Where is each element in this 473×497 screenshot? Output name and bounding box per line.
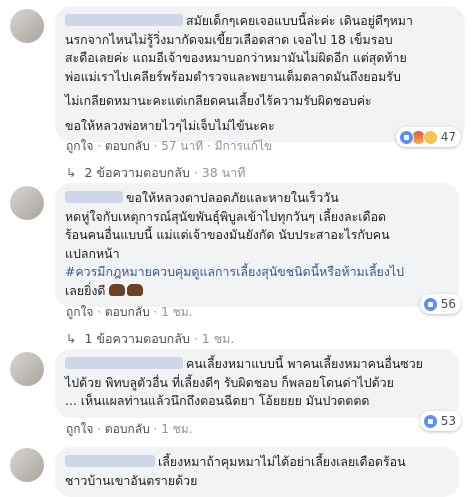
like-icon: [422, 296, 438, 312]
comment-line: สะดือเลยค่ะ แถมอีเจ้าของหมาบอกว่าหมามันไ…: [65, 50, 407, 65]
comment-bubble: เลี้ยงหมาถ้าคุมหมาไม่ได้อย่าเลี้ยงเลยเดื…: [55, 447, 459, 497]
comment-actions: ถูกใจ · ตอบกลับ · 1 ชม.: [66, 422, 193, 436]
comment-line: ขอให้หลวงตาปลอดภัยและหายในเร็ววัน: [65, 189, 449, 208]
like-link[interactable]: ถูกใจ: [66, 422, 93, 436]
replies-count[interactable]: 2 ข้อความตอบกลับ: [84, 165, 189, 180]
comment-time[interactable]: 57 นาที: [161, 139, 203, 153]
reaction-count: 47: [440, 130, 456, 144]
comment-time[interactable]: 1 ชม.: [161, 422, 192, 436]
avatar[interactable]: [10, 9, 44, 43]
reply-link[interactable]: ตอบกลับ: [105, 422, 150, 436]
comment-actions: ถูกใจ · ตอบกลับ · 1 ชม.: [66, 305, 193, 319]
comment-bubble: สมัยเด็กๆเคยเจอแบบนี้ล่ะค่ะ เดินอยู่ดีๆห…: [55, 6, 465, 142]
commenter-name[interactable]: [65, 455, 155, 467]
like-icon: [422, 413, 438, 429]
avatar[interactable]: [10, 186, 44, 220]
commenter-name[interactable]: [65, 191, 123, 203]
replies-time: 38 นาที: [201, 165, 246, 180]
poop-emoji-icon: [127, 283, 144, 296]
commenter-name[interactable]: [65, 357, 183, 369]
avatar[interactable]: [10, 448, 44, 482]
comment-line: ไปด้วย พิทบลูตัวอื่น ที่เลี้ยงดีๆ รับผิด…: [65, 374, 394, 390]
comment-time[interactable]: 1 ชม.: [161, 305, 192, 319]
reaction-count: 56: [440, 297, 456, 311]
comment-line: ... เห็นแผลท่านแล้วนึกถึงตอนฉีดยา โอ้ยยย…: [65, 393, 370, 408]
replies-time: 1 ชม.: [201, 331, 235, 346]
comment-line: ชาวบ้านเขาอันตรายด้วย: [65, 472, 198, 488]
comment-line: คนเลี้ยงหมาแบบนี้ พาคนเลี้ยงหมาคนอื่นซวย: [65, 355, 449, 374]
view-replies[interactable]: ↳ 1 ข้อความตอบกลับ · 1 ชม.: [66, 329, 234, 349]
comment-line: ไม่เกลียดหมานะคะแต่เกลียดคนเลี้ยงไร้ความ…: [65, 93, 372, 108]
commenter-name[interactable]: [65, 14, 183, 26]
comment-line: เลยยิ่งดี: [65, 282, 449, 301]
view-replies[interactable]: ↳ 2 ข้อความตอบกลับ · 38 นาที: [66, 163, 245, 183]
comment-bubble: คนเลี้ยงหมาแบบนี้ พาคนเลี้ยงหมาคนอื่นซวย…: [55, 349, 459, 418]
comment-line: สมัยเด็กๆเคยเจอแบบนี้ล่ะค่ะ เดินอยู่ดีๆห…: [65, 12, 455, 31]
avatar[interactable]: [10, 352, 44, 386]
comment-bubble: ขอให้หลวงตาปลอดภัยและหายในเร็ววัน หดหู่ใ…: [55, 183, 459, 307]
replies-count[interactable]: 1 ข้อความตอบกลับ: [84, 331, 189, 346]
comment-line: แปลกหน้า: [65, 245, 120, 261]
poop-emoji-icon: [109, 283, 126, 296]
comment-line: หดหู่ใจกับเหตุการณ์สุนัขพันธุ์พิบูลเข้าไ…: [65, 208, 387, 224]
reply-arrow-icon: ↳: [66, 165, 77, 180]
reply-link[interactable]: ตอบกลับ: [105, 305, 150, 319]
comment-line: เลี้ยงหมาถ้าคุมหมาไม่ได้อย่าเลี้ยงเลยเดื…: [65, 453, 449, 472]
comment-line: ร้อนคนอื่นแบบนี้ แม่แต่เจ้าของมันยังกัด …: [65, 227, 390, 242]
like-icon: [398, 129, 414, 145]
reply-arrow-icon: ↳: [66, 331, 77, 346]
reaction-count: 53: [440, 414, 456, 428]
comment-actions: ถูกใจ · ตอบกลับ · 57 นาที · มีการแก้ไข: [66, 139, 273, 153]
like-link[interactable]: ถูกใจ: [66, 305, 93, 319]
sad-icon: [422, 129, 438, 145]
edited-label[interactable]: มีการแก้ไข: [215, 139, 273, 153]
reaction-summary[interactable]: 53: [419, 411, 461, 431]
reply-link[interactable]: ตอบกลับ: [105, 139, 150, 153]
reaction-summary[interactable]: 56: [419, 294, 461, 314]
comment-line: นรกจากไหนไม่รู้วิ่งมากัดจมเขี้ยวเลือดสาด…: [65, 31, 393, 47]
comment-line: พ่อแม่เราไปเคลียร์พร้อมตำรวจและพยานเต็มต…: [65, 68, 401, 84]
like-link[interactable]: ถูกใจ: [66, 139, 93, 153]
reaction-summary[interactable]: 47: [395, 127, 461, 147]
hashtag-link[interactable]: #ควรมีกฎหมายควบคุมดูแลการเลี้ยงสุนัขชนิด…: [65, 263, 449, 282]
